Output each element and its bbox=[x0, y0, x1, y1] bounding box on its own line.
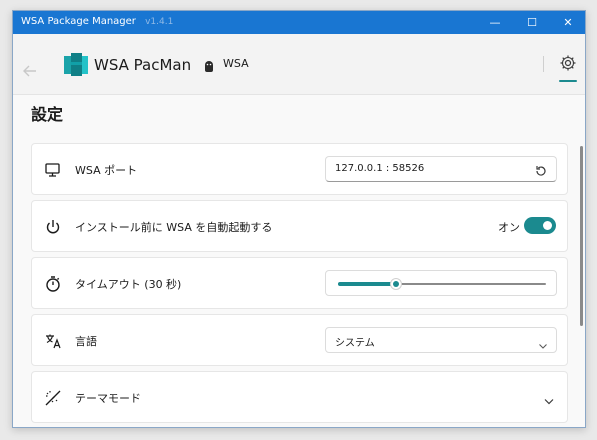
autostart-label: インストール前に WSA を自動起動する bbox=[75, 221, 273, 234]
minimize-button[interactable]: — bbox=[478, 11, 512, 34]
version-label: v1.4.1 bbox=[145, 17, 174, 27]
settings-active-indicator bbox=[559, 80, 577, 82]
theme-icon bbox=[44, 389, 62, 407]
vertical-scrollbar[interactable] bbox=[580, 146, 583, 326]
wsa-status-label[interactable]: WSA bbox=[223, 57, 249, 70]
title-bar: WSA Package Manager v1.4.1 — ☐ ✕ bbox=[13, 11, 585, 34]
monitor-icon bbox=[44, 161, 62, 179]
translate-icon bbox=[44, 332, 62, 350]
port-input[interactable]: 127.0.0.1 : 58526 bbox=[325, 156, 557, 182]
language-label: 言語 bbox=[75, 335, 97, 348]
port-setting-card: WSA ポート 127.0.0.1 : 58526 bbox=[31, 143, 568, 195]
app-window: WSA Package Manager v1.4.1 — ☐ ✕ WSA Pac… bbox=[12, 10, 586, 428]
language-setting-card: 言語 システム bbox=[31, 314, 568, 366]
page-title: 設定 bbox=[31, 105, 64, 124]
window-title-text: WSA Package Manager bbox=[21, 16, 136, 27]
chevron-down-icon bbox=[538, 336, 548, 349]
app-name: WSA PacMan bbox=[94, 56, 192, 74]
timeout-setting-card: タイムアウト (30 秒) bbox=[31, 257, 568, 309]
autostart-toggle[interactable] bbox=[524, 217, 556, 234]
window-title: WSA Package Manager v1.4.1 bbox=[21, 16, 173, 27]
timeout-slider-thumb[interactable] bbox=[390, 278, 403, 290]
app-header: WSA PacMan WSA bbox=[13, 34, 585, 94]
close-button[interactable]: ✕ bbox=[551, 11, 585, 34]
port-value: 127.0.0.1 : 58526 bbox=[335, 163, 425, 174]
autostart-setting-card: インストール前に WSA を自動起動する オン bbox=[31, 200, 568, 252]
port-label: WSA ポート bbox=[75, 164, 138, 177]
android-icon bbox=[203, 58, 215, 77]
theme-setting-card[interactable]: テーマモード bbox=[31, 371, 568, 423]
timeout-slider-container bbox=[325, 270, 557, 296]
power-icon bbox=[44, 218, 62, 236]
timeout-label: タイムアウト (30 秒) bbox=[75, 278, 182, 291]
toggle-knob bbox=[543, 221, 552, 230]
autostart-state-label: オン bbox=[498, 221, 520, 234]
settings-page: 設定 WSA ポート 127.0.0.1 : 58526 インストール前に WS… bbox=[13, 94, 585, 427]
timer-icon bbox=[44, 275, 62, 293]
back-arrow-icon[interactable] bbox=[23, 65, 37, 81]
slider-fill bbox=[338, 282, 397, 286]
gear-icon[interactable] bbox=[559, 54, 577, 72]
header-divider bbox=[543, 56, 544, 72]
reset-icon[interactable] bbox=[534, 163, 548, 177]
language-selected: システム bbox=[335, 338, 375, 349]
theme-label: テーマモード bbox=[75, 392, 141, 405]
maximize-button[interactable]: ☐ bbox=[515, 11, 549, 34]
app-logo-icon bbox=[64, 53, 88, 76]
chevron-down-icon[interactable] bbox=[543, 392, 555, 405]
language-select[interactable]: システム bbox=[325, 327, 557, 353]
